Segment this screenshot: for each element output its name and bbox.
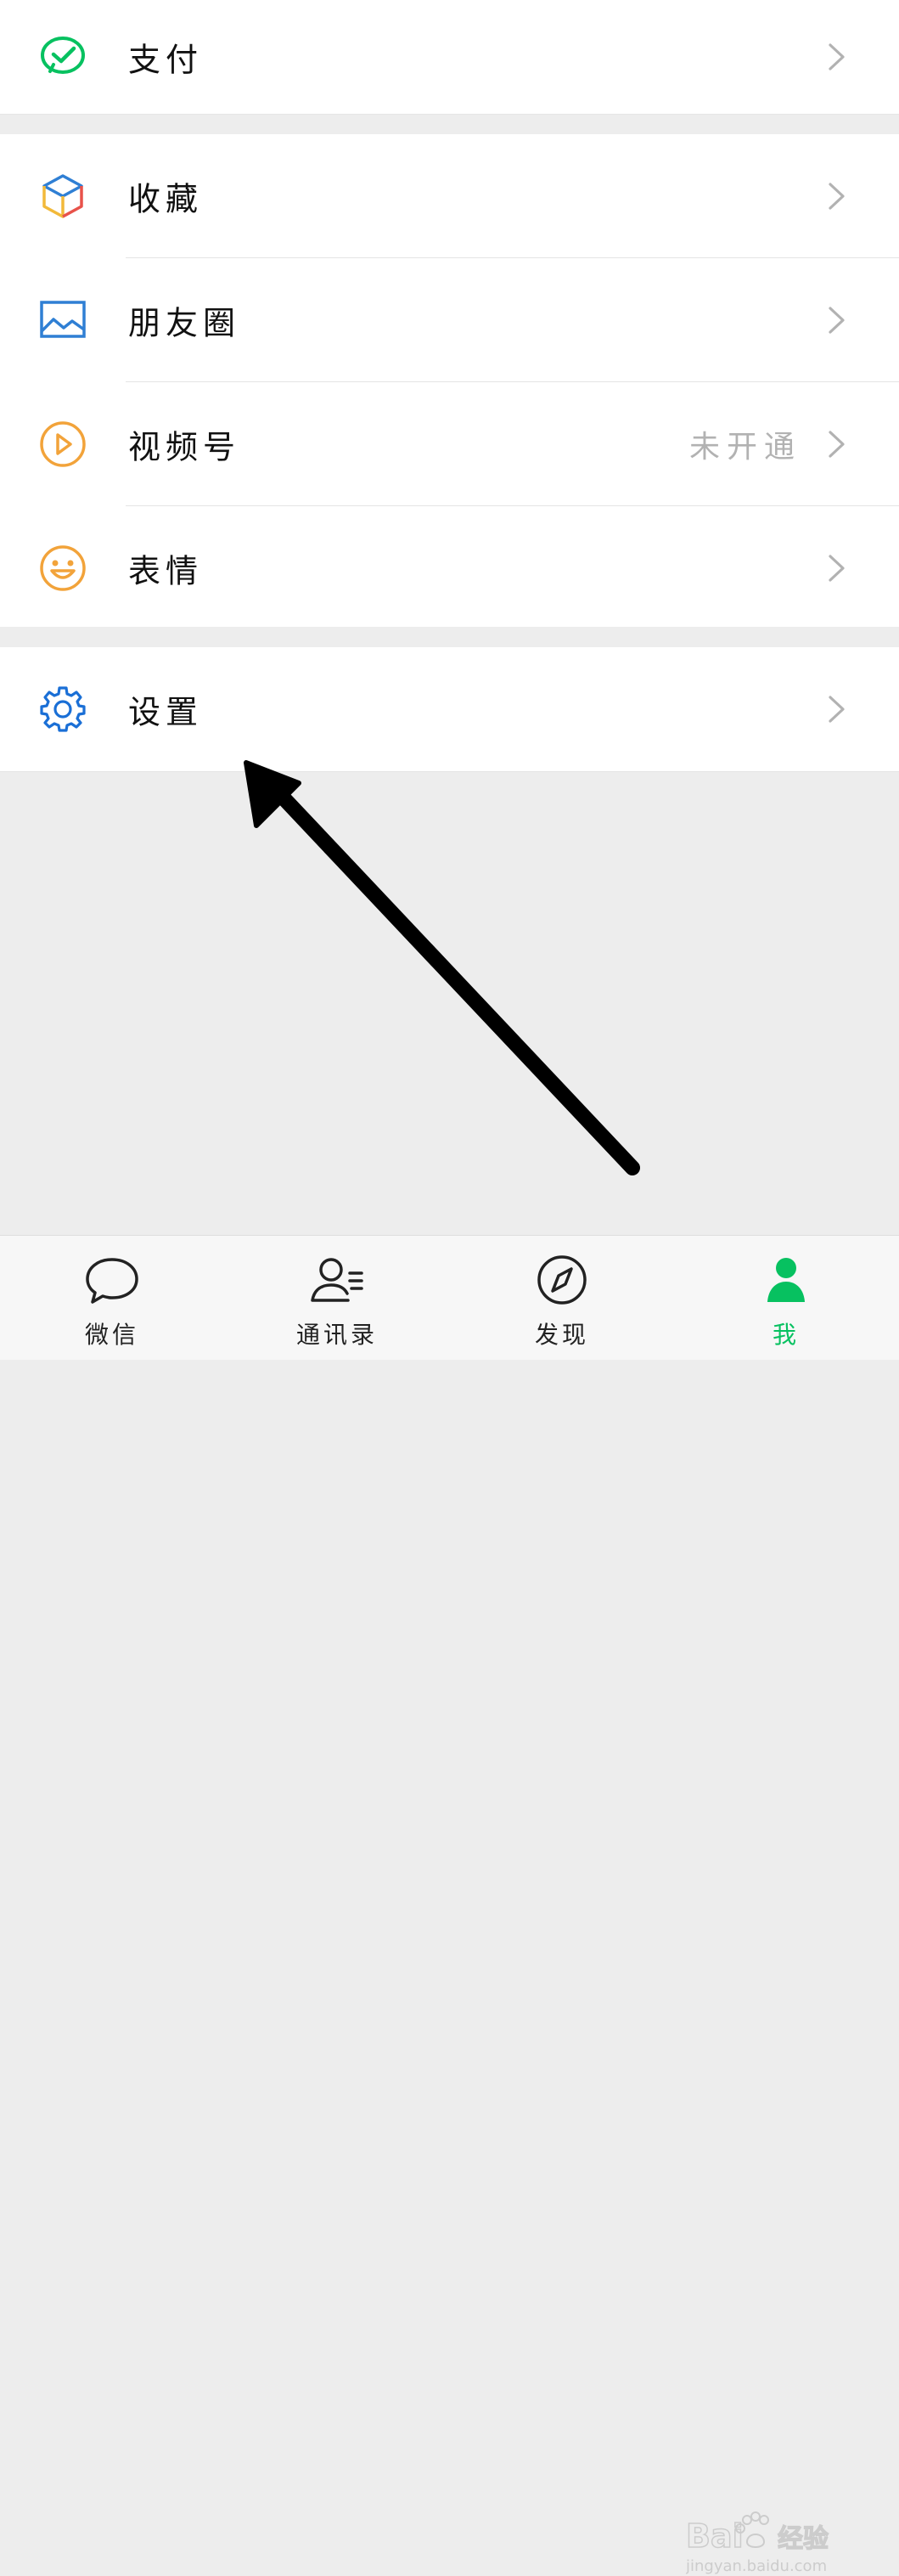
tab-discover[interactable]: 发现 <box>503 1236 621 1360</box>
watermark-url: jingyan.baidu.com <box>686 2557 827 2575</box>
tab-label: 通讯录 <box>295 1321 378 1349</box>
bottom-tab-bar: 微信 通讯录 发现 我 Bai 经验 jingyan.baidu.com <box>0 1235 899 2575</box>
menu-item-label: 收藏 <box>128 180 204 218</box>
favorites-cube-icon <box>38 172 87 221</box>
chat-bubble-icon <box>82 1253 142 1309</box>
tab-me[interactable]: 我 <box>727 1236 846 1360</box>
wechat-pay-icon <box>38 32 87 82</box>
chevron-right-icon <box>828 430 846 459</box>
contacts-icon <box>307 1253 367 1309</box>
chevron-right-icon <box>828 554 846 583</box>
watermark-brand: Bai <box>686 2517 744 2555</box>
gear-icon <box>38 685 87 734</box>
menu-item-stickers[interactable]: 表情 <box>0 506 899 630</box>
compass-icon <box>532 1253 592 1309</box>
tab-label: 微信 <box>84 1321 139 1349</box>
menu-item-pay[interactable]: 支付 <box>0 0 899 114</box>
menu-item-label: 设置 <box>128 693 204 731</box>
channels-status-value: 未开通 <box>688 430 801 465</box>
annotation-arrow <box>238 747 645 1189</box>
services-group: 收藏 朋友圈 视频号 未开通 表情 <box>0 134 899 627</box>
tab-label: 发现 <box>534 1321 589 1349</box>
menu-item-label: 表情 <box>128 552 204 590</box>
baidu-jingyan-watermark: Bai 经验 jingyan.baidu.com <box>686 2508 856 2576</box>
pay-group: 支付 <box>0 0 899 115</box>
tab-contacts[interactable]: 通讯录 <box>278 1236 396 1360</box>
menu-item-favorites[interactable]: 收藏 <box>0 134 899 258</box>
chevron-right-icon <box>828 182 846 211</box>
chevron-right-icon <box>828 306 846 335</box>
watermark-brand-suffix: 经验 <box>778 2524 829 2554</box>
smiley-icon <box>38 544 87 593</box>
menu-item-channels[interactable]: 视频号 未开通 <box>0 382 899 506</box>
person-icon <box>756 1253 816 1309</box>
moments-image-icon <box>38 296 87 345</box>
chevron-right-icon <box>828 42 846 71</box>
channels-play-icon <box>38 420 87 469</box>
tab-label: 我 <box>772 1321 800 1349</box>
tab-chats[interactable]: 微信 <box>53 1236 171 1360</box>
menu-item-moments[interactable]: 朋友圈 <box>0 258 899 382</box>
menu-item-label: 朋友圈 <box>128 304 241 342</box>
menu-item-label: 支付 <box>128 41 204 79</box>
chevron-right-icon <box>828 695 846 724</box>
menu-item-label: 视频号 <box>128 428 241 466</box>
